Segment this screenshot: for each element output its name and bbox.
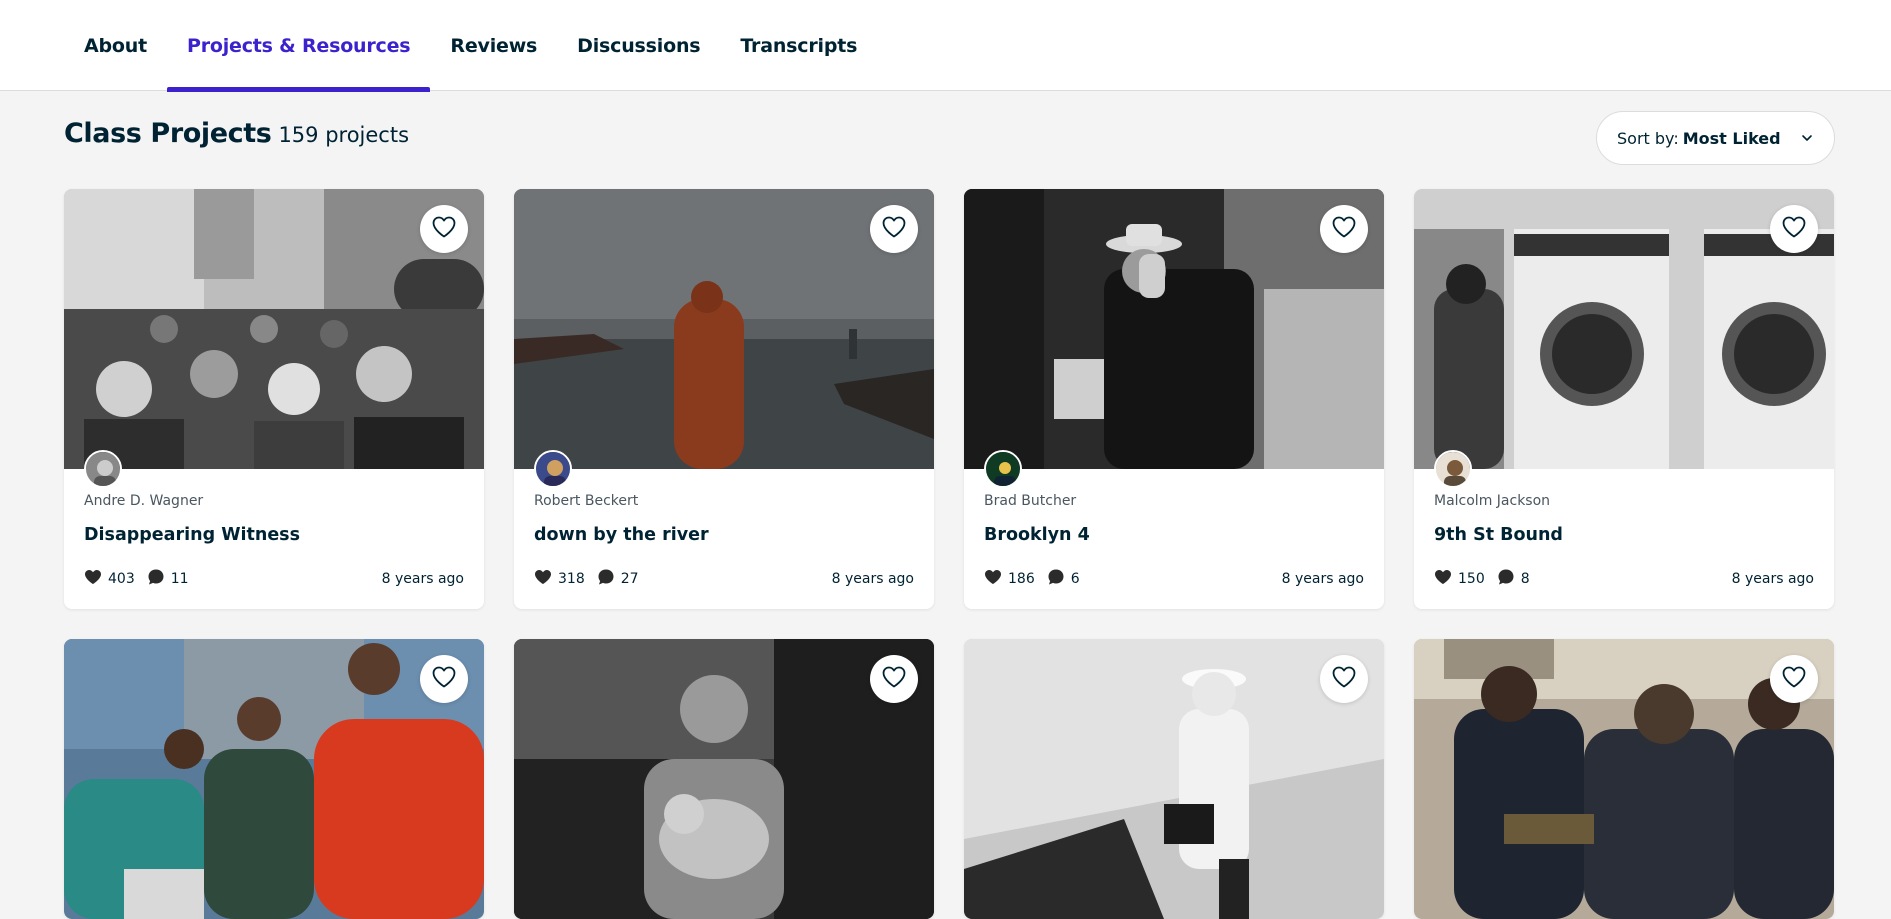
heart-icon: [1331, 665, 1357, 693]
project-stats: 318 27 8 years ago: [534, 568, 914, 590]
heart-icon: [881, 215, 907, 243]
project-thumbnail[interactable]: [964, 189, 1384, 469]
heart-icon: [431, 215, 457, 243]
heart-filled-icon: [84, 569, 108, 589]
section-header: Class Projects 159 projects: [64, 118, 409, 149]
comment-count: 11: [170, 571, 189, 587]
like-count: 403: [108, 571, 135, 587]
project-card[interactable]: Robert Beckert down by the river 318 27 8 ye…: [514, 189, 934, 609]
heart-icon: [1781, 665, 1807, 693]
likes-stat: 318: [534, 569, 585, 589]
card-body: Brad Butcher Brooklyn 4 186 6 8 years ago: [964, 469, 1384, 609]
like-count: 318: [558, 571, 585, 587]
card-body: Robert Beckert down by the river 318 27 8 ye…: [514, 469, 934, 609]
project-card[interactable]: [1414, 639, 1834, 919]
project-card[interactable]: Andre D. Wagner Disappearing Witness 403 11…: [64, 189, 484, 609]
likes-stat: 150: [1434, 569, 1485, 589]
like-button[interactable]: [1320, 655, 1368, 703]
project-count: 159 projects: [278, 123, 410, 147]
project-age: 8 years ago: [831, 571, 914, 587]
project-thumbnail[interactable]: [964, 639, 1384, 919]
project-age: 8 years ago: [1281, 571, 1364, 587]
section-title: Class Projects: [64, 118, 272, 149]
project-thumbnail[interactable]: [1414, 639, 1834, 919]
like-button[interactable]: [1770, 205, 1818, 253]
like-count: 186: [1008, 571, 1035, 587]
like-button[interactable]: [420, 205, 468, 253]
project-title[interactable]: Disappearing Witness: [84, 525, 464, 545]
project-age: 8 years ago: [1731, 571, 1814, 587]
author-name[interactable]: Brad Butcher: [984, 493, 1364, 509]
heart-filled-icon: [1434, 569, 1458, 589]
heart-icon: [1781, 215, 1807, 243]
project-age: 8 years ago: [381, 571, 464, 587]
project-title[interactable]: Brooklyn 4: [984, 525, 1364, 545]
author-name[interactable]: Robert Beckert: [534, 493, 914, 509]
likes-stat: 186: [984, 569, 1035, 589]
project-thumbnail[interactable]: [514, 639, 934, 919]
comment-icon: [1497, 568, 1521, 590]
project-stats: 403 11 8 years ago: [84, 568, 464, 590]
like-count: 150: [1458, 571, 1485, 587]
comment-icon: [597, 568, 621, 590]
heart-filled-icon: [534, 569, 558, 589]
project-thumbnail[interactable]: [514, 189, 934, 469]
project-card[interactable]: [964, 639, 1384, 919]
sort-value: Most Liked: [1682, 128, 1781, 148]
comments-stat: 11: [147, 568, 189, 590]
project-card[interactable]: Brad Butcher Brooklyn 4 186 6 8 years ago: [964, 189, 1384, 609]
comment-count: 6: [1070, 571, 1080, 587]
project-stats: 150 8 8 years ago: [1434, 568, 1814, 590]
likes-stat: 403: [84, 569, 135, 589]
like-button[interactable]: [870, 205, 918, 253]
comments-stat: 8: [1497, 568, 1530, 590]
course-tab-bar: About Projects & Resources Reviews Discu…: [0, 0, 1891, 92]
tab-discussions[interactable]: Discussions: [557, 0, 720, 91]
project-thumbnail[interactable]: [1414, 189, 1834, 469]
tab-reviews[interactable]: Reviews: [430, 0, 557, 91]
card-body: Malcolm Jackson 9th St Bound 150 8 8 years a…: [1414, 469, 1834, 609]
like-button[interactable]: [1770, 655, 1818, 703]
tab-projects-resources[interactable]: Projects & Resources: [166, 0, 431, 92]
heart-filled-icon: [984, 569, 1008, 589]
card-body: Andre D. Wagner Disappearing Witness 403 11…: [64, 469, 484, 609]
like-button[interactable]: [870, 655, 918, 703]
author-name[interactable]: Malcolm Jackson: [1434, 493, 1814, 509]
heart-icon: [431, 665, 457, 693]
project-thumbnail[interactable]: [64, 189, 484, 469]
sort-dropdown[interactable]: Sort by: Most Liked: [1596, 111, 1835, 165]
chevron-down-icon: [1800, 131, 1814, 145]
project-card[interactable]: Malcolm Jackson 9th St Bound 150 8 8 years a…: [1414, 189, 1834, 609]
comment-count: 8: [1520, 571, 1530, 587]
sort-label: Sort by:: [1617, 128, 1679, 148]
comments-stat: 27: [597, 568, 639, 590]
project-card[interactable]: [64, 639, 484, 919]
heart-icon: [881, 665, 907, 693]
project-title[interactable]: down by the river: [534, 525, 914, 545]
comment-icon: [1047, 568, 1071, 590]
tab-list: About Projects & Resources Reviews Discu…: [64, 0, 877, 92]
author-name[interactable]: Andre D. Wagner: [84, 493, 464, 509]
heart-icon: [1331, 215, 1357, 243]
comment-count: 27: [620, 571, 639, 587]
project-stats: 186 6 8 years ago: [984, 568, 1364, 590]
like-button[interactable]: [1320, 205, 1368, 253]
tab-about[interactable]: About: [64, 0, 167, 91]
comments-stat: 6: [1047, 568, 1080, 590]
tab-transcripts[interactable]: Transcripts: [720, 0, 877, 91]
comment-icon: [147, 568, 171, 590]
project-title[interactable]: 9th St Bound: [1434, 525, 1814, 545]
project-card[interactable]: [514, 639, 934, 919]
like-button[interactable]: [420, 655, 468, 703]
project-thumbnail[interactable]: [64, 639, 484, 919]
